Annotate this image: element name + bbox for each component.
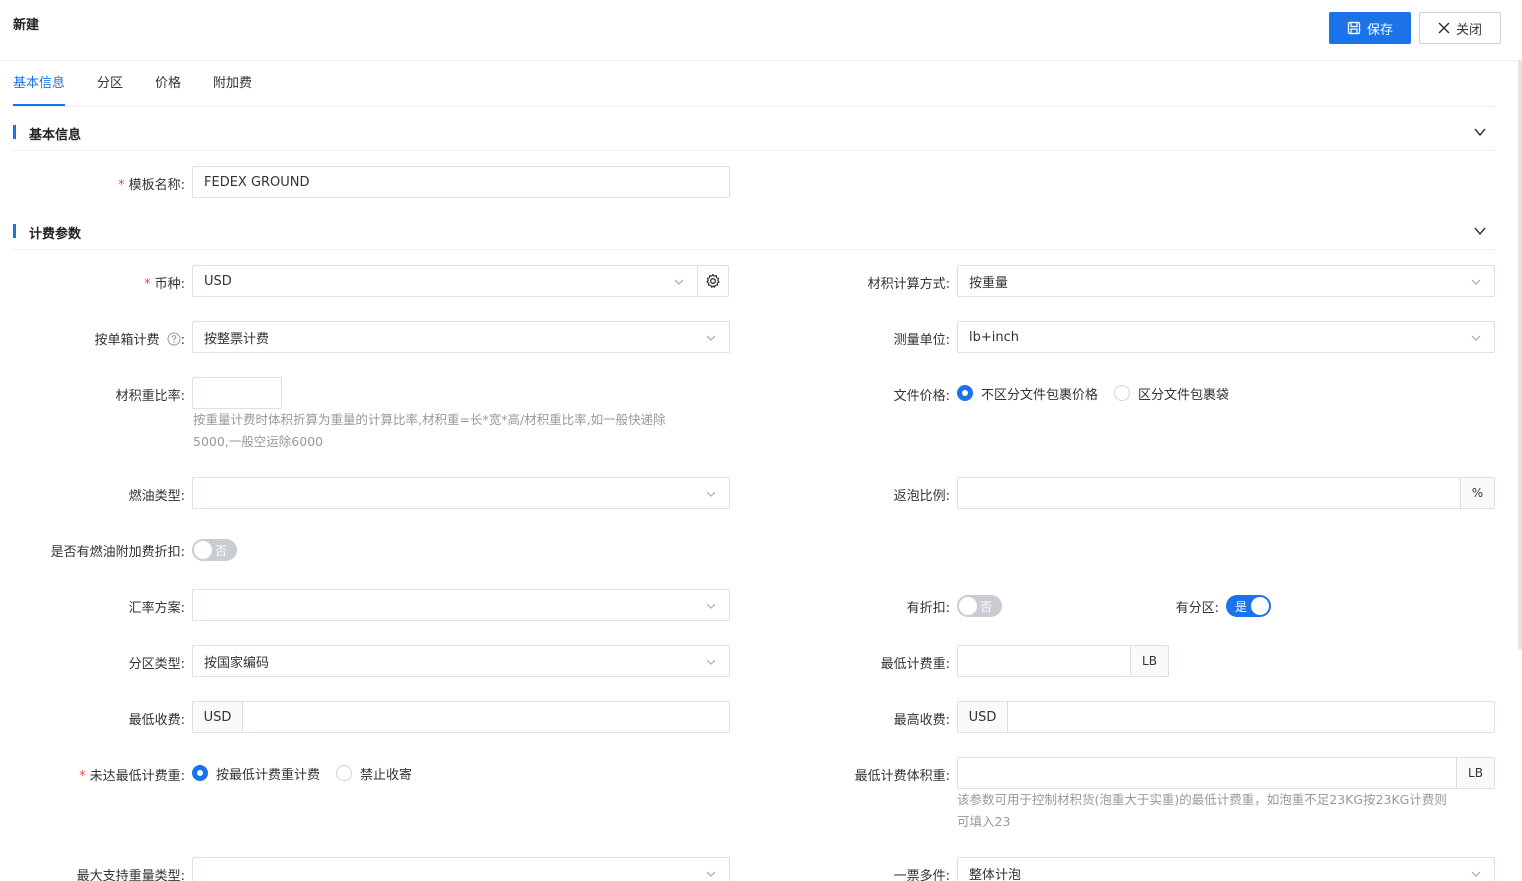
fuel-discount-label: 是否有燃油附加费折扣:: [50, 545, 185, 560]
fuel-type-select[interactable]: [192, 477, 730, 509]
doc-price-radio-group: 不区分文件包裹价格 区分文件包裹袋: [957, 377, 1245, 409]
section-divider: [13, 249, 1495, 250]
chevron-down-icon: [674, 279, 684, 285]
tabs-divider: [13, 106, 1495, 107]
vertical-scrollbar[interactable]: [1518, 60, 1522, 650]
close-button-label: 关闭: [1455, 22, 1482, 38]
tab-prices[interactable]: 价格: [155, 74, 181, 106]
switch-knob: [194, 541, 212, 559]
currency-select[interactable]: USD: [192, 265, 698, 297]
tab-basic-info[interactable]: 基本信息: [13, 74, 66, 106]
chevron-down-icon: [706, 659, 716, 665]
switch-knob: [1251, 597, 1269, 615]
close-icon: [1438, 22, 1450, 34]
max-weight-type-select[interactable]: [192, 857, 730, 881]
chevron-down-icon: [706, 871, 716, 877]
rebate-ratio-label: 返泡比例:: [893, 489, 950, 504]
volume-ratio-label: 材积重比率:: [115, 389, 185, 404]
header-divider: [0, 60, 1522, 61]
radio-selected-icon: [192, 765, 208, 781]
per-box-select[interactable]: 按整票计费: [192, 321, 730, 353]
switch-knob: [959, 597, 977, 615]
rebate-ratio-input[interactable]: [957, 477, 1461, 509]
below-min-radio-group: 按最低计费重计费 禁止收寄: [192, 757, 428, 789]
chevron-down-icon[interactable]: [1473, 224, 1487, 238]
exchange-plan-select[interactable]: [192, 589, 730, 621]
has-discount-switch[interactable]: 否: [957, 595, 1002, 617]
chevron-down-icon[interactable]: [1473, 125, 1487, 139]
zone-type-label: 分区类型:: [128, 657, 185, 672]
has-zone-switch[interactable]: 是: [1226, 595, 1271, 617]
save-icon: [1347, 21, 1361, 35]
chevron-down-icon: [1471, 335, 1481, 341]
max-charge-label: 最高收费:: [893, 713, 950, 728]
lb-suffix: LB: [1130, 645, 1169, 677]
radio-selected-icon: [957, 385, 973, 401]
chevron-down-icon: [706, 491, 716, 497]
fuel-type-label: 燃油类型:: [128, 489, 185, 504]
section-divider: [13, 150, 1495, 151]
max-charge-input[interactable]: [1007, 701, 1495, 733]
chevron-down-icon: [706, 603, 716, 609]
doc-price-option-distinguish[interactable]: 区分文件包裹袋: [1114, 384, 1229, 403]
section-marker: [13, 125, 16, 139]
volume-calc-label: 材积计算方式:: [867, 277, 950, 292]
chevron-down-icon: [1471, 871, 1481, 877]
min-weight-label: 最低计费重:: [880, 657, 950, 672]
unit-select[interactable]: lb+inch: [957, 321, 1495, 353]
has-discount-label: 有折扣:: [906, 601, 950, 616]
per-box-label: 按单箱计费 :: [94, 332, 185, 348]
close-button[interactable]: 关闭: [1419, 12, 1501, 44]
doc-price-option-no-distinguish[interactable]: 不区分文件包裹价格: [957, 384, 1098, 403]
tab-bar: 基本信息 分区 价格 附加费: [13, 74, 284, 106]
save-button[interactable]: 保存: [1329, 12, 1411, 44]
multi-piece-label: 一票多件:: [893, 869, 950, 881]
min-volume-weight-hint: 该参数可用于控制材积货(泡重大于实重)的最低计费重，如泡重不足23KG按23KG…: [957, 792, 1447, 829]
has-zone-label: 有分区:: [1175, 601, 1219, 616]
min-charge-currency-prefix: USD: [192, 701, 243, 733]
min-weight-input[interactable]: [957, 645, 1131, 677]
fuel-discount-switch[interactable]: 否: [192, 539, 237, 561]
page-title: 新建: [13, 18, 40, 33]
chevron-down-icon: [706, 335, 716, 341]
min-charge-input[interactable]: [242, 701, 730, 733]
below-min-option-reject[interactable]: 禁止收寄: [336, 764, 412, 783]
save-button-label: 保存: [1366, 22, 1393, 38]
template-name-input[interactable]: FEDEX GROUND: [192, 166, 730, 198]
currency-label: * 币种:: [144, 277, 185, 292]
gear-icon: [706, 273, 720, 288]
section-billing-params[interactable]: 计费参数: [13, 214, 1495, 250]
doc-price-label: 文件价格:: [893, 389, 950, 404]
section-title: 计费参数: [29, 227, 82, 242]
section-basic-info[interactable]: 基本信息: [13, 115, 1495, 151]
volume-ratio-input[interactable]: [192, 377, 282, 409]
max-weight-type-label: 最大支持重量类型:: [76, 869, 185, 881]
zone-type-select[interactable]: 按国家编码: [192, 645, 730, 677]
tab-surcharges[interactable]: 附加费: [213, 74, 252, 106]
radio-empty-icon: [1114, 385, 1131, 401]
section-title: 基本信息: [29, 128, 82, 143]
min-charge-label: 最低收费:: [128, 713, 185, 728]
min-volume-weight-input[interactable]: [957, 757, 1457, 789]
multi-piece-select[interactable]: 整体计泡: [957, 857, 1495, 881]
percent-suffix: %: [1460, 477, 1495, 509]
chevron-down-icon: [1471, 279, 1481, 285]
volume-ratio-hint: 按重量计费时体积折算为重量的计算比率,材积重=长*宽*高/材积重比率,如一般快递…: [193, 412, 666, 449]
below-min-label: * 未达最低计费重:: [79, 769, 185, 784]
exchange-plan-label: 汇率方案:: [128, 601, 185, 616]
unit-label: 测量单位:: [893, 333, 950, 348]
below-min-option-charge-min[interactable]: 按最低计费重计费: [192, 764, 320, 783]
lb-suffix: LB: [1456, 757, 1495, 789]
section-marker: [13, 224, 16, 238]
template-name-label: * 模板名称:: [118, 178, 185, 193]
volume-calc-select[interactable]: 按重量: [957, 265, 1495, 297]
help-icon[interactable]: [167, 332, 181, 346]
min-volume-weight-label: 最低计费体积重:: [854, 769, 950, 784]
max-charge-currency-prefix: USD: [957, 701, 1008, 733]
radio-empty-icon: [336, 765, 353, 781]
tab-zones[interactable]: 分区: [97, 74, 123, 106]
currency-settings-button[interactable]: [697, 265, 729, 297]
